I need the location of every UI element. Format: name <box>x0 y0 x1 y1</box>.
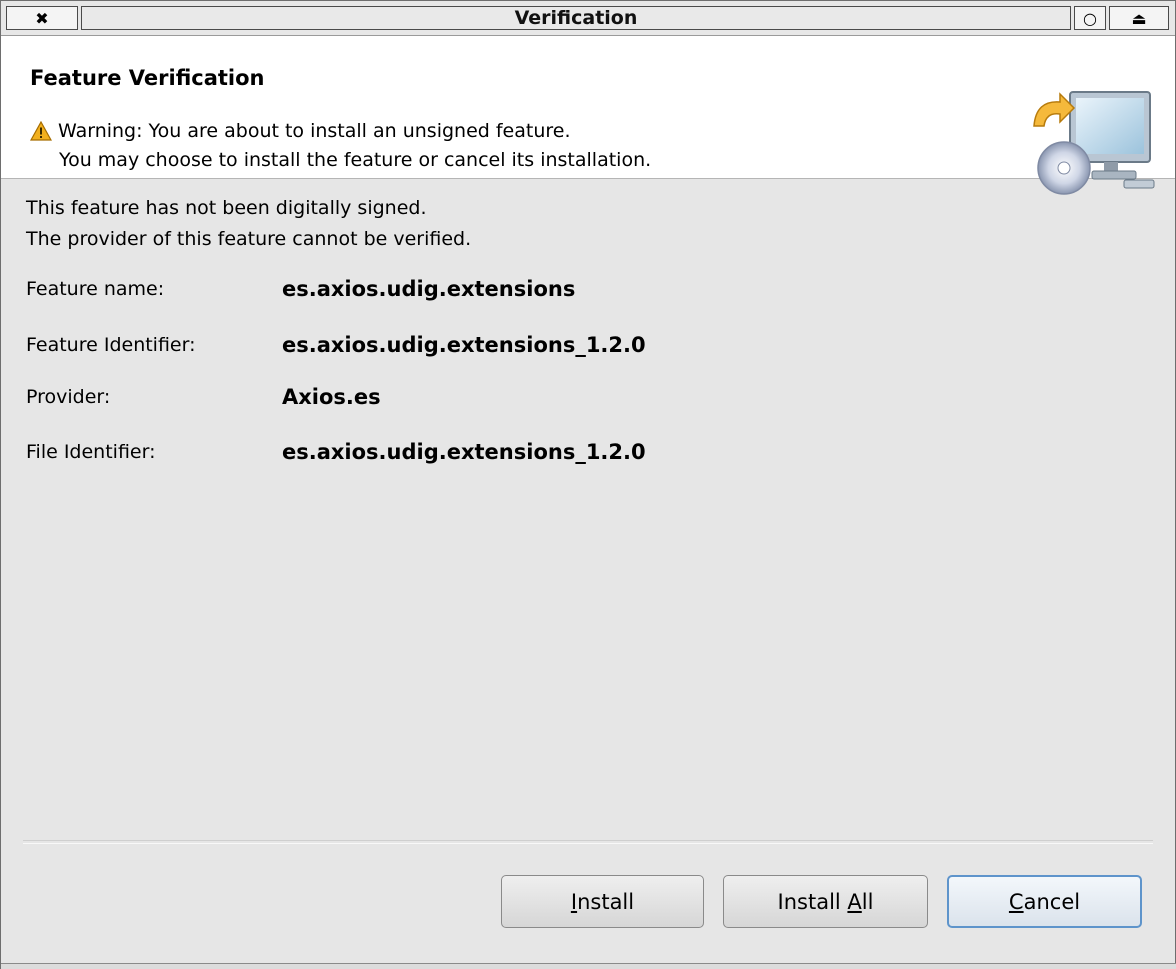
minimize-button[interactable]: ○ <box>1074 6 1106 30</box>
install-all-mnemonic: A <box>847 889 862 914</box>
window-bottom-edge <box>1 963 1176 969</box>
field-value: es.axios.udig.extensions <box>282 277 576 301</box>
field-row-feature-name: Feature name: es.axios.udig.extensions <box>26 274 575 304</box>
install-all-label-rest: ll <box>861 889 874 914</box>
verification-dialog: ✖ Verification ○ ⏏ Feature Verification … <box>0 0 1176 969</box>
cancel-label: ancel <box>1023 889 1081 914</box>
install-label: nstall <box>577 889 635 914</box>
unsigned-message: This feature has not been digitally sign… <box>26 197 427 219</box>
install-all-button[interactable]: Install All <box>723 875 928 928</box>
field-label: File Identifier: <box>26 441 156 463</box>
dialog-header: Feature Verification Warning: You are ab… <box>1 36 1175 195</box>
install-button[interactable]: Install <box>501 875 704 928</box>
title-bar: ✖ Verification ○ ⏏ <box>1 1 1175 36</box>
field-value: Axios.es <box>282 385 381 409</box>
maximize-button[interactable]: ⏏ <box>1109 6 1169 30</box>
warning-message: Warning: You are about to install an uns… <box>30 120 571 142</box>
field-row-file-identifier: File Identifier: es.axios.udig.extension… <box>26 437 646 467</box>
warning-line-1: Warning: You are about to install an uns… <box>58 120 571 142</box>
minimize-icon: ○ <box>1083 8 1097 28</box>
close-button[interactable]: ✖ <box>6 6 78 30</box>
field-label: Feature name: <box>26 278 165 300</box>
close-icon: ✖ <box>35 8 49 28</box>
install-all-label-prefix: Install <box>777 889 848 914</box>
field-row-feature-identifier: Feature Identifier: es.axios.udig.extens… <box>26 330 646 360</box>
field-row-provider: Provider: Axios.es <box>26 382 381 412</box>
dialog-content: This feature has not been digitally sign… <box>1 179 1175 839</box>
window-title: Verification <box>81 6 1071 30</box>
field-value: es.axios.udig.extensions_1.2.0 <box>282 333 646 357</box>
field-label: Provider: <box>26 386 111 408</box>
field-value: es.axios.udig.extensions_1.2.0 <box>282 440 646 464</box>
cancel-mnemonic: C <box>1008 889 1024 914</box>
warning-line-2: You may choose to install the feature or… <box>59 149 652 171</box>
dialog-title: Feature Verification <box>30 66 265 90</box>
warning-icon <box>30 121 52 141</box>
maximize-icon: ⏏ <box>1131 8 1147 28</box>
provider-message: The provider of this feature cannot be v… <box>26 228 472 250</box>
button-separator <box>23 840 1153 844</box>
field-label: Feature Identifier: <box>26 334 196 356</box>
cancel-button[interactable]: Cancel <box>947 875 1142 928</box>
